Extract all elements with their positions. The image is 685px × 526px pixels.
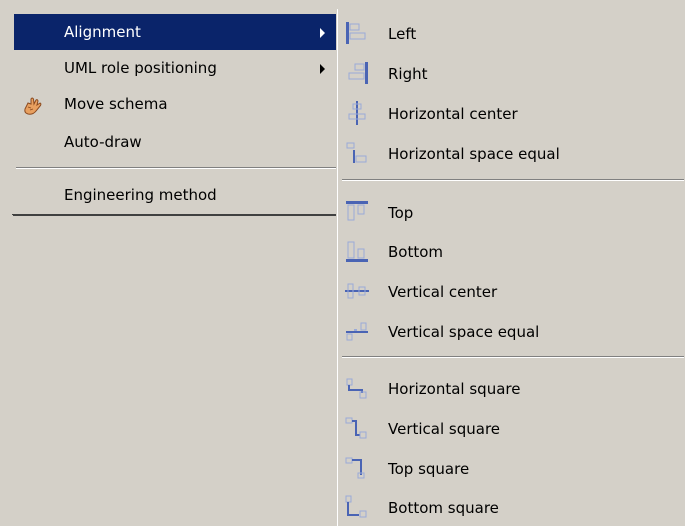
align-horizontal-center-icon xyxy=(344,100,370,126)
menu-item-auto-draw[interactable]: Auto-draw xyxy=(14,124,338,160)
submenu-item-horizontal-square[interactable]: Horizontal square xyxy=(340,368,684,406)
horizontal-square-icon xyxy=(344,375,370,401)
menu-item-move-schema[interactable]: Move schema xyxy=(14,86,338,122)
submenu-item-label: Vertical center xyxy=(388,283,498,301)
alignment-submenu: Left Right Horizontal center Horizontal … xyxy=(337,9,685,526)
menu-separator xyxy=(16,167,336,169)
submenu-arrow-icon xyxy=(320,64,325,74)
submenu-item-top-square[interactable]: Top square xyxy=(340,448,684,486)
align-left-icon xyxy=(344,20,370,46)
menu-item-label: UML role positioning xyxy=(64,59,217,77)
align-right-icon xyxy=(344,60,370,86)
align-vertical-center-icon xyxy=(344,278,370,304)
submenu-item-label: Top square xyxy=(388,460,470,478)
submenu-item-label: Right xyxy=(388,65,428,83)
submenu-item-bottom[interactable]: Bottom xyxy=(340,231,684,269)
menu-item-label: Engineering method xyxy=(64,186,217,204)
align-bottom-icon xyxy=(344,238,370,264)
vertical-square-icon xyxy=(344,415,370,441)
menu-item-alignment[interactable]: Alignment xyxy=(14,14,338,50)
submenu-item-right[interactable]: Right xyxy=(340,53,684,91)
submenu-item-top[interactable]: Top xyxy=(340,192,684,230)
menu-item-engineering-method[interactable]: Engineering method xyxy=(14,177,338,213)
submenu-item-label: Top xyxy=(388,204,414,222)
submenu-item-horizontal-space-equal[interactable]: Horizontal space equal xyxy=(340,133,684,171)
submenu-item-vertical-space-equal[interactable]: Vertical space equal xyxy=(340,311,684,349)
submenu-item-vertical-square[interactable]: Vertical square xyxy=(340,408,684,446)
submenu-item-label: Horizontal square xyxy=(388,380,521,398)
submenu-item-left[interactable]: Left xyxy=(340,13,684,51)
submenu-item-label: Vertical space equal xyxy=(388,323,540,341)
submenu-item-label: Bottom xyxy=(388,243,444,261)
submenu-item-label: Left xyxy=(388,25,417,43)
vertical-space-equal-icon xyxy=(344,318,370,344)
submenu-arrow-icon xyxy=(320,28,325,38)
submenu-item-label: Horizontal center xyxy=(388,105,518,123)
submenu-item-label: Horizontal space equal xyxy=(388,145,560,163)
submenu-item-vertical-center[interactable]: Vertical center xyxy=(340,271,684,309)
align-top-icon xyxy=(344,199,370,225)
hand-icon xyxy=(22,94,44,116)
submenu-item-horizontal-center[interactable]: Horizontal center xyxy=(340,93,684,131)
menu-item-label: Auto-draw xyxy=(64,133,142,151)
submenu-separator xyxy=(342,179,684,181)
desktop-background: Alignment UML role positioning Move sche… xyxy=(0,0,685,526)
submenu-item-bottom-square[interactable]: Bottom square xyxy=(340,487,684,525)
menu-item-label: Alignment xyxy=(64,23,141,41)
top-square-icon xyxy=(344,455,370,481)
submenu-item-label: Vertical square xyxy=(388,420,501,438)
menu-item-uml-role-positioning[interactable]: UML role positioning xyxy=(14,50,338,86)
submenu-separator xyxy=(342,356,684,358)
menu-item-label: Move schema xyxy=(64,95,168,113)
context-menu: Alignment UML role positioning Move sche… xyxy=(12,9,341,215)
bottom-square-icon xyxy=(344,494,370,520)
submenu-item-label: Bottom square xyxy=(388,499,499,517)
horizontal-space-equal-icon xyxy=(344,140,370,166)
